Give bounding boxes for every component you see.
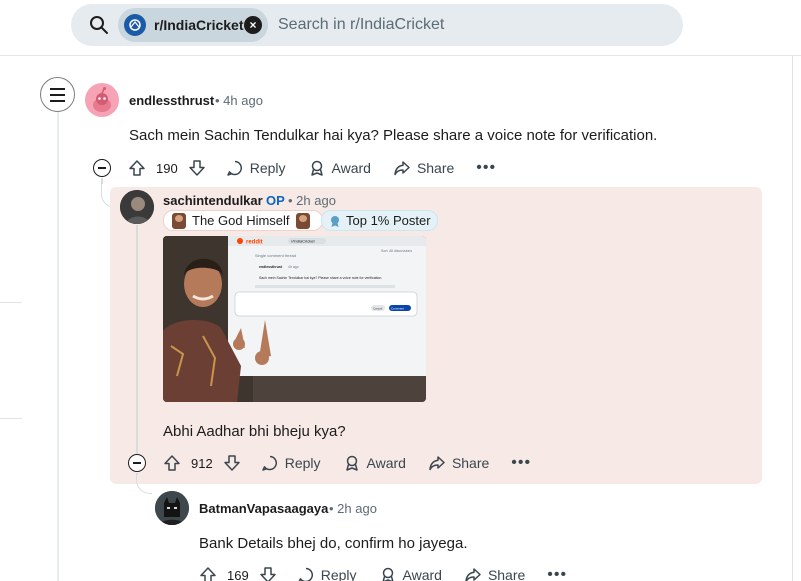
avatar[interactable] [155, 491, 189, 525]
award-button[interactable]: Award [379, 566, 442, 581]
upvote-icon[interactable] [199, 566, 217, 581]
downvote-icon[interactable] [259, 566, 277, 581]
vote-control: 169 [199, 566, 277, 581]
subreddit-chip-label: r/IndiaCricket [154, 17, 244, 33]
vote-control: 912 [163, 454, 241, 472]
award-label: Award [331, 160, 371, 176]
top-poster-badge: Top 1% Poster [321, 210, 438, 231]
user-flair: The God Himself [163, 210, 323, 231]
share-button[interactable]: Share [393, 159, 454, 177]
comment-image[interactable]: reddit r/IndiaCricket Sort: All discussi… [163, 236, 426, 402]
menu-icon [50, 86, 65, 104]
reply-icon [261, 455, 277, 471]
sidebar-divider [0, 418, 22, 419]
reply-button[interactable]: Reply [261, 454, 321, 472]
screen-thread-label: Single comment thread [255, 253, 296, 258]
more-options-icon[interactable]: ••• [511, 454, 531, 472]
share-label: Share [451, 455, 490, 471]
minus-icon [133, 462, 141, 464]
comment-timestamp: • 2h ago [329, 501, 377, 516]
subreddit-chip[interactable]: r/IndiaCricket × [118, 8, 268, 42]
share-label: Share [487, 567, 526, 581]
more-options-icon[interactable]: ••• [476, 159, 496, 177]
comment-body: Bank Details bhej do, confirm ho jayega. [199, 535, 468, 552]
comment-timestamp: • 4h ago [215, 93, 263, 108]
screen-cancel: Cancel [373, 307, 383, 311]
subreddit-icon [124, 14, 146, 36]
reply-button[interactable]: Reply [226, 159, 286, 177]
comment-body: Sach mein Sachin Tendulkar hai kya? Plea… [129, 127, 658, 144]
thread-connector [136, 474, 152, 494]
upvote-icon[interactable] [128, 159, 146, 177]
collapse-button[interactable] [128, 454, 146, 472]
reply-icon [226, 160, 242, 176]
batman-avatar-icon [155, 491, 189, 525]
comment-username[interactable]: endlessthrust [129, 93, 214, 108]
award-ribbon-icon [331, 215, 339, 227]
award-label: Award [366, 455, 406, 471]
share-icon [394, 161, 410, 176]
flair-face-icon [172, 212, 186, 229]
share-label: Share [416, 160, 455, 176]
comment-username[interactable]: sachintendulkar [163, 193, 263, 208]
flair-face-icon [295, 212, 310, 229]
minus-icon [98, 167, 106, 169]
vote-count: 169 [227, 567, 249, 581]
award-icon [381, 567, 394, 581]
award-icon [345, 455, 358, 471]
avatar[interactable] [120, 190, 154, 224]
reddit-snoo-icon [93, 87, 111, 112]
reply-icon [298, 567, 313, 581]
collapse-button[interactable] [93, 159, 111, 177]
op-badge: OP [266, 193, 285, 208]
downvote-icon[interactable] [223, 454, 241, 472]
reply-label: Reply [249, 160, 286, 176]
more-options-icon[interactable]: ••• [547, 566, 567, 581]
badge-text: Top 1% Poster [346, 213, 431, 228]
screen-sort: Sort: All discussions [381, 249, 412, 253]
clear-chip-icon[interactable]: × [244, 16, 262, 34]
avatar[interactable] [85, 83, 119, 117]
award-button[interactable]: Award [308, 159, 371, 177]
vote-control: 190 [128, 159, 206, 177]
comment-actions: 190 Reply Award Share ••• [128, 153, 496, 183]
screen-comment: Sach mein Sachin Tendulkar hai kya? Plea… [259, 276, 382, 280]
screen-username: endlessthrust [259, 265, 283, 269]
search-bar[interactable]: r/IndiaCricket × Search in r/IndiaCricke… [71, 4, 683, 46]
comment-body: Abhi Aadhar bhi bheju kya? [163, 423, 346, 440]
content-edge [792, 56, 793, 581]
thread-menu-button[interactable] [40, 77, 75, 112]
award-label: Award [402, 567, 442, 581]
share-button[interactable]: Share [464, 566, 525, 581]
reply-label: Reply [284, 455, 321, 471]
share-button[interactable]: Share [428, 454, 489, 472]
share-icon [465, 568, 481, 581]
vote-count: 912 [191, 455, 213, 471]
vote-count: 190 [156, 160, 178, 176]
flair-text: The God Himself [192, 213, 290, 228]
sidebar-divider [0, 302, 22, 303]
thread-rail [57, 110, 59, 581]
award-icon [310, 160, 323, 176]
search-icon [90, 16, 108, 34]
comment-username[interactable]: BatmanVapasaagaya [199, 501, 328, 516]
comment-actions: 169 Reply Award Share ••• [199, 560, 567, 581]
screen-chip: r/IndiaCricket [291, 239, 315, 244]
award-button[interactable]: Award [343, 454, 406, 472]
user-photo-icon [120, 190, 154, 224]
reply-button[interactable]: Reply [297, 566, 357, 581]
upvote-icon[interactable] [163, 454, 181, 472]
screen-time: 4h ago [288, 265, 299, 269]
comment-actions: 912 Reply Award Share ••• [163, 448, 531, 478]
share-icon [429, 456, 445, 471]
downvote-icon[interactable] [188, 159, 206, 177]
top-bar: r/IndiaCricket × Search in r/IndiaCricke… [0, 0, 801, 56]
photo-illustration: reddit r/IndiaCricket Sort: All discussi… [163, 236, 426, 402]
comment-timestamp: • 2h ago [288, 193, 336, 208]
screen-brand: reddit [246, 240, 263, 246]
thread-connector [136, 225, 138, 454]
screen-comment-button: Comment [391, 307, 404, 311]
search-placeholder[interactable]: Search in r/IndiaCricket [278, 16, 444, 34]
reply-label: Reply [320, 567, 357, 581]
